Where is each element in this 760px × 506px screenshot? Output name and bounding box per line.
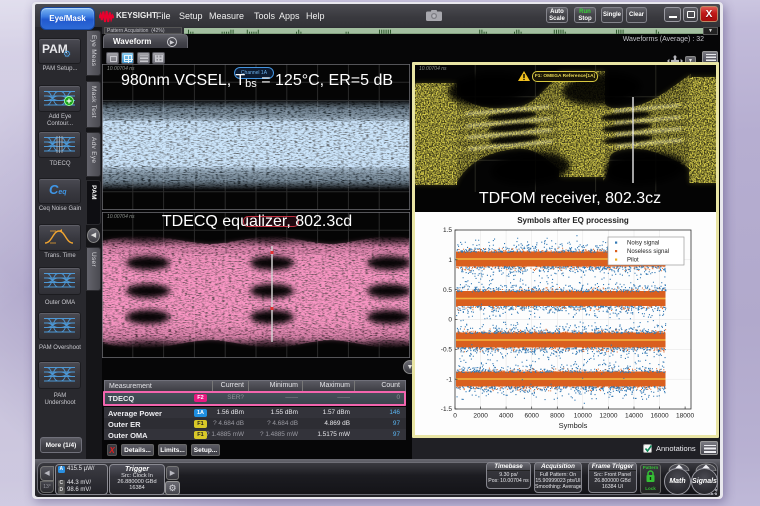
svg-text:Symbols after EQ processing: Symbols after EQ processing (517, 216, 629, 225)
svg-text:10000: 10000 (574, 413, 592, 420)
svg-text:4000: 4000 (499, 413, 514, 420)
svg-text:Pilot: Pilot (627, 258, 639, 264)
svg-text:-1: -1 (446, 376, 452, 383)
svg-text:0: 0 (453, 413, 457, 420)
svg-text:0: 0 (448, 317, 452, 324)
svg-text:14000: 14000 (625, 413, 643, 420)
svg-text:Noseless signal: Noseless signal (627, 249, 669, 255)
svg-text:8000: 8000 (550, 413, 565, 420)
svg-text:16000: 16000 (651, 413, 669, 420)
svg-text:18000: 18000 (676, 413, 694, 420)
svg-text:1: 1 (448, 257, 452, 264)
svg-text:0.5: 0.5 (443, 287, 452, 294)
svg-text:2000: 2000 (473, 413, 488, 420)
svg-text:1.5: 1.5 (443, 227, 452, 234)
svg-text:6000: 6000 (524, 413, 539, 420)
svg-text:-0.5: -0.5 (441, 347, 453, 354)
svg-text:12000: 12000 (599, 413, 617, 420)
svg-text:-1.5: -1.5 (441, 406, 453, 413)
svg-text:Symbols: Symbols (559, 421, 588, 430)
svg-text:Noisy signal: Noisy signal (627, 241, 659, 247)
